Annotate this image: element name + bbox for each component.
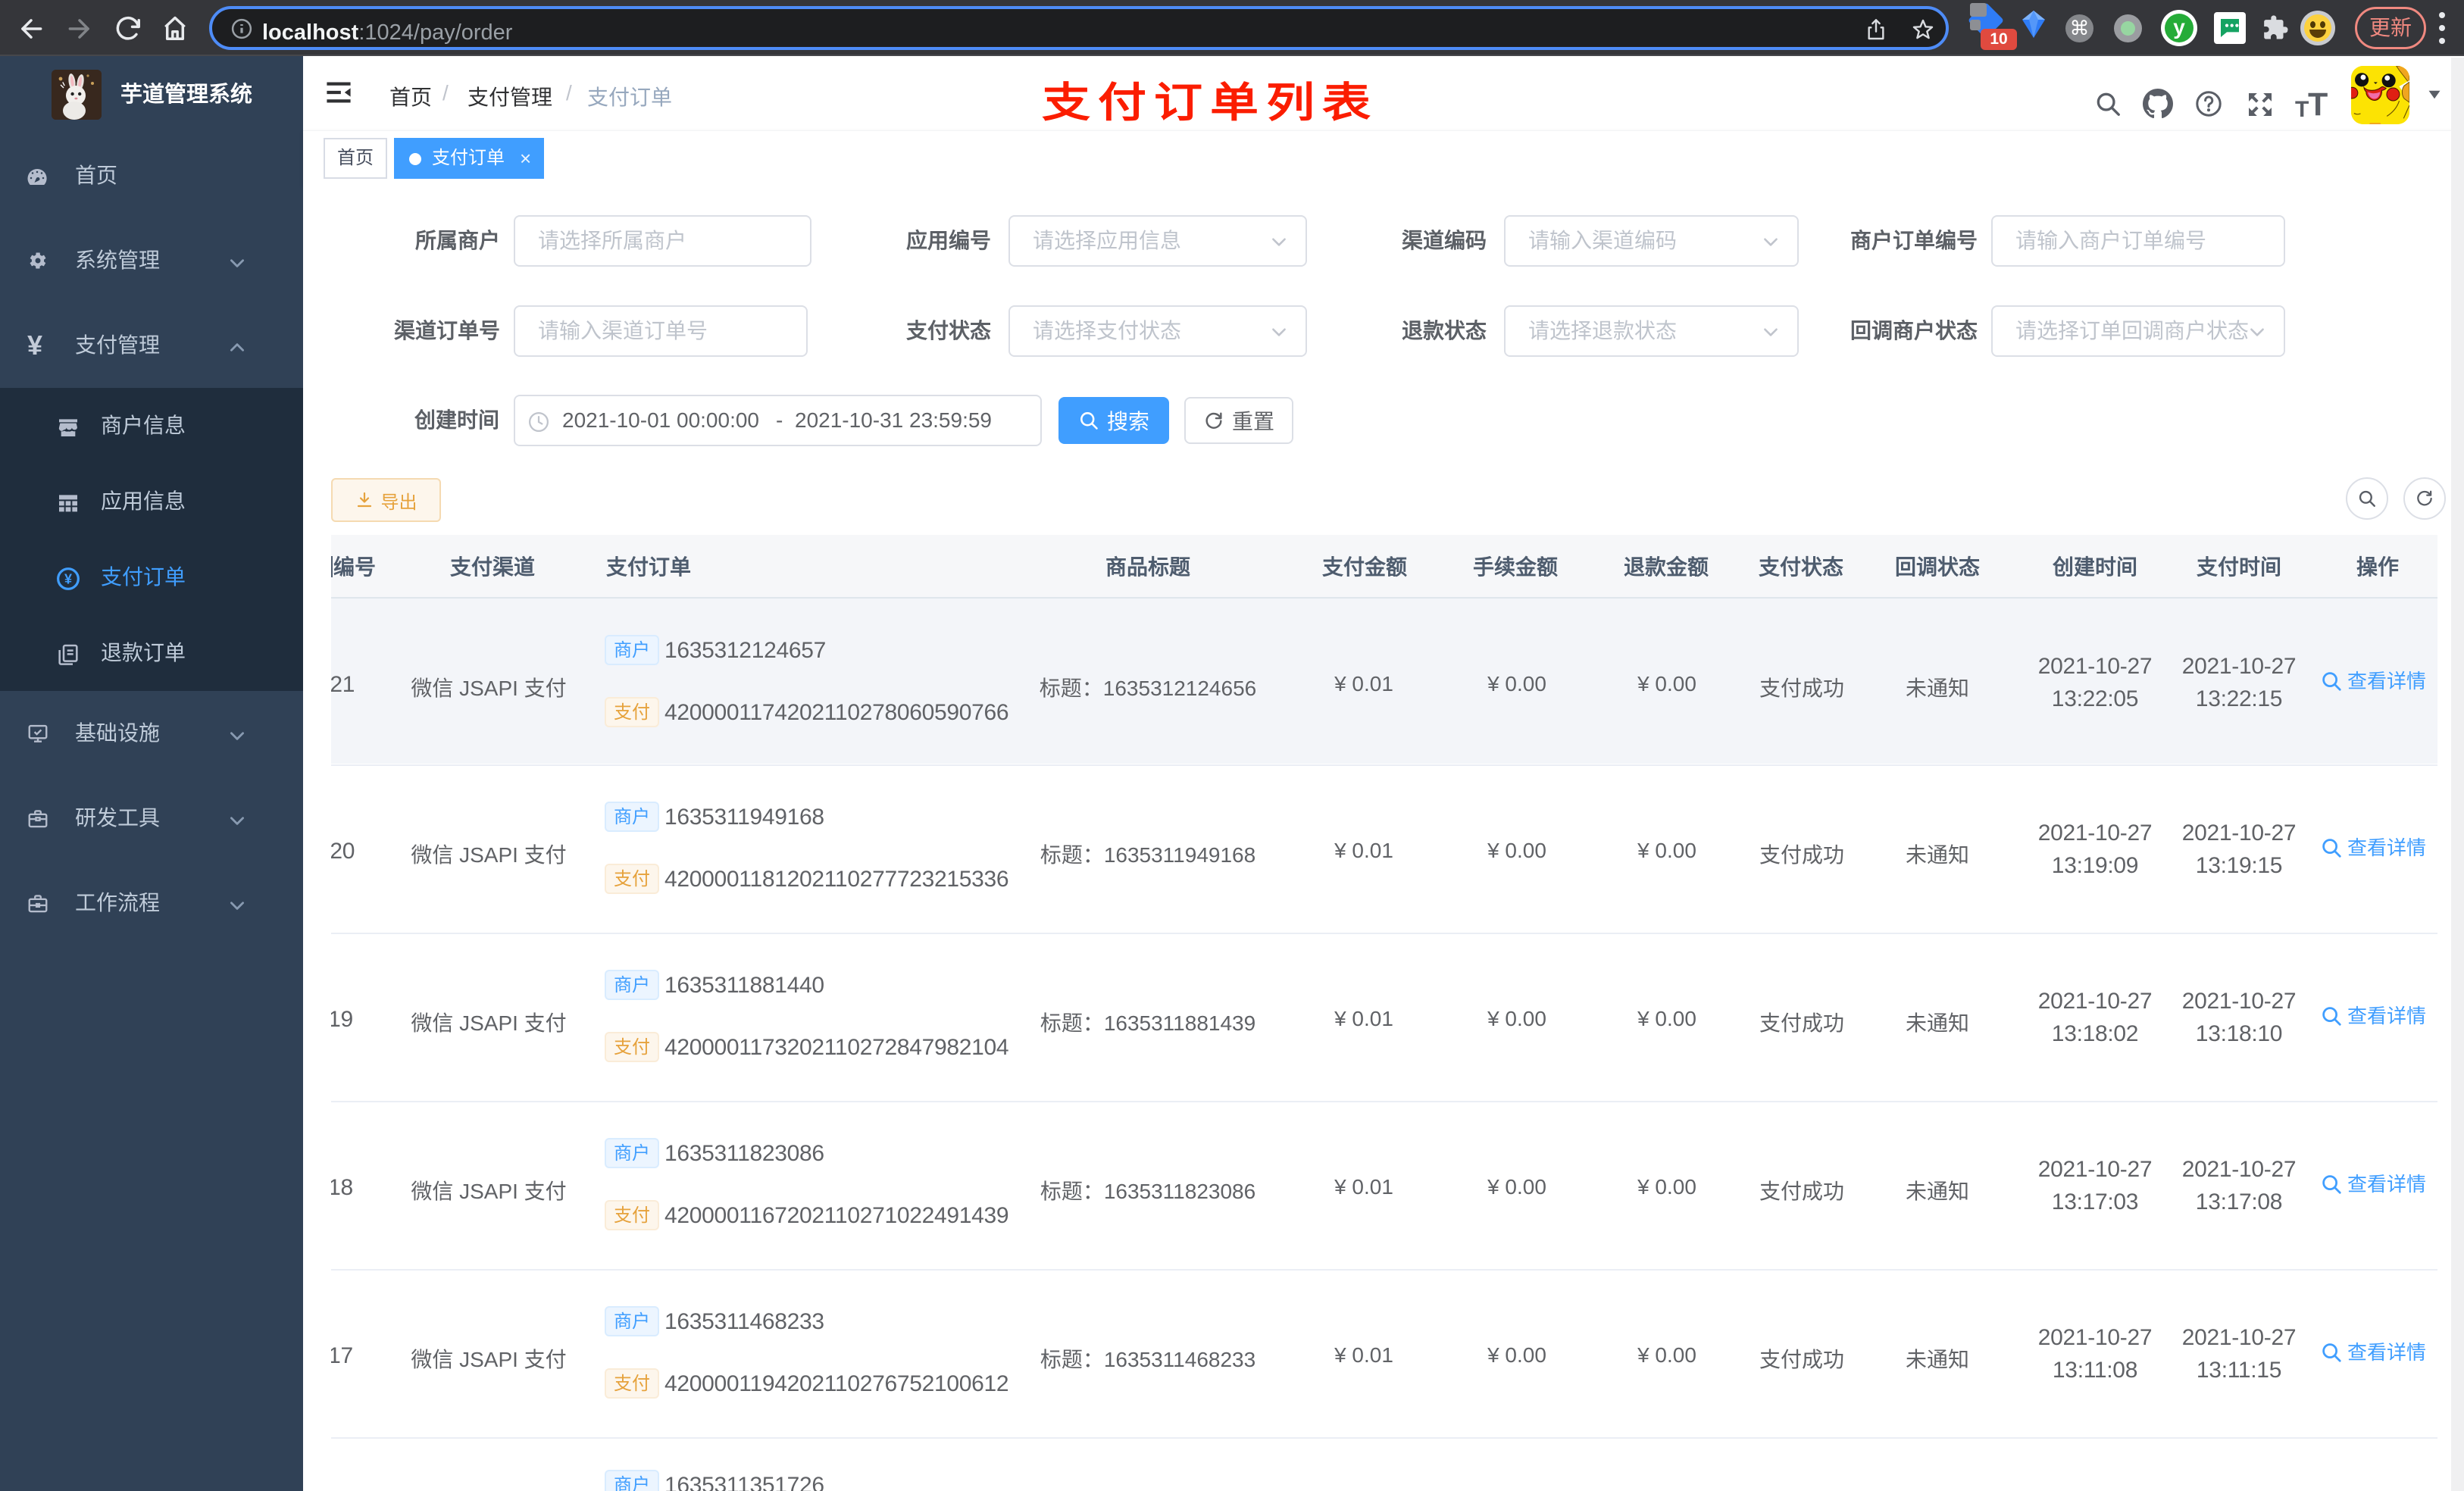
svg-text:¥: ¥: [64, 571, 72, 586]
